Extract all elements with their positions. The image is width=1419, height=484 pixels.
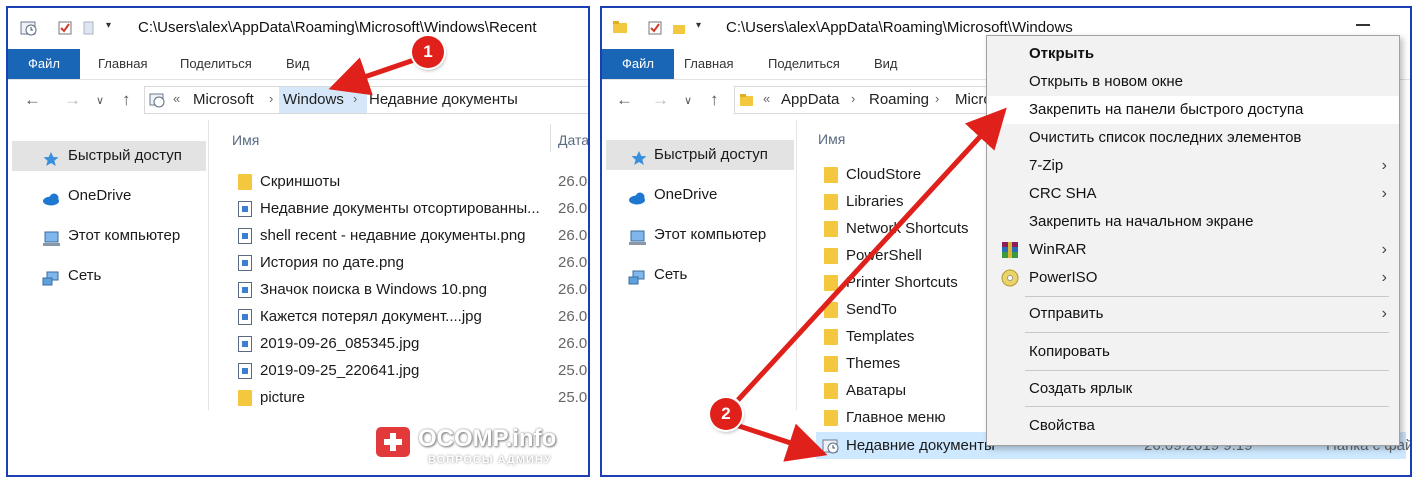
arrow-to-pin-quick-access	[736, 107, 1007, 402]
watermark-tagline: ВОПРОСЫ АДМИНУ	[428, 454, 552, 466]
step-badge-1: 1	[412, 36, 444, 68]
medical-cross-icon	[376, 427, 410, 457]
watermark-logo: OCOMP.info ВОПРОСЫ АДМИНУ	[372, 423, 584, 471]
watermark-brand: OCOMP.info	[418, 425, 557, 452]
step-badge-2: 2	[710, 398, 742, 430]
arrow-to-windows-breadcrumb	[328, 55, 421, 96]
arrow-to-recent-documents	[735, 422, 828, 462]
